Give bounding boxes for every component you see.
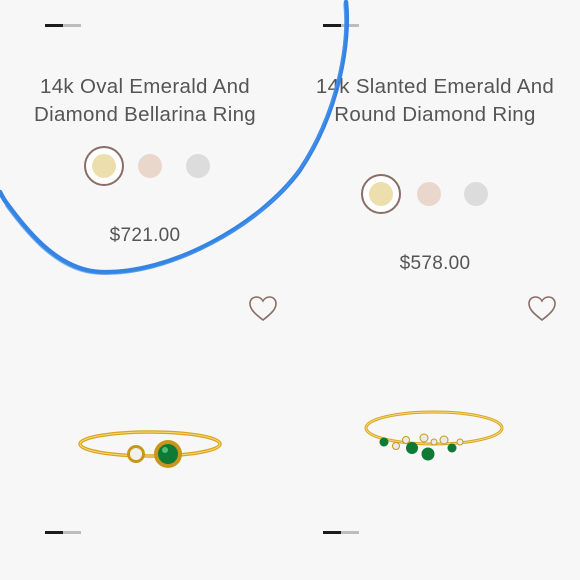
product-image[interactable]: [70, 410, 230, 490]
swatch-rose-gold[interactable]: [138, 154, 162, 178]
product-title[interactable]: 14k Oval Emerald And Diamond Bellarina R…: [10, 73, 280, 129]
swatch-rose-gold[interactable]: [417, 182, 441, 206]
color-swatches: [84, 146, 214, 186]
swatch-yellow-gold[interactable]: [84, 146, 124, 186]
image-slider-indicator-icon[interactable]: [45, 24, 81, 27]
product-image[interactable]: [354, 398, 514, 478]
image-slider-indicator-icon[interactable]: [323, 24, 359, 27]
heart-icon[interactable]: [248, 295, 278, 323]
swatch-white-gold[interactable]: [186, 154, 210, 178]
image-slider-indicator-icon[interactable]: [45, 531, 81, 534]
product-title[interactable]: 14k Slanted Emerald And Round Diamond Ri…: [300, 73, 570, 129]
swatch-yellow-gold[interactable]: [361, 174, 401, 214]
color-swatches: [361, 174, 491, 214]
product-price: $721.00: [109, 225, 181, 246]
product-card-1[interactable]: 14k Oval Emerald And Diamond Bellarina R…: [0, 0, 290, 580]
heart-icon[interactable]: [527, 295, 557, 323]
image-slider-indicator-icon[interactable]: [323, 531, 359, 534]
product-card-2[interactable]: 14k Slanted Emerald And Round Diamond Ri…: [290, 0, 580, 580]
swatch-white-gold[interactable]: [464, 182, 488, 206]
product-price: $578.00: [399, 253, 471, 274]
